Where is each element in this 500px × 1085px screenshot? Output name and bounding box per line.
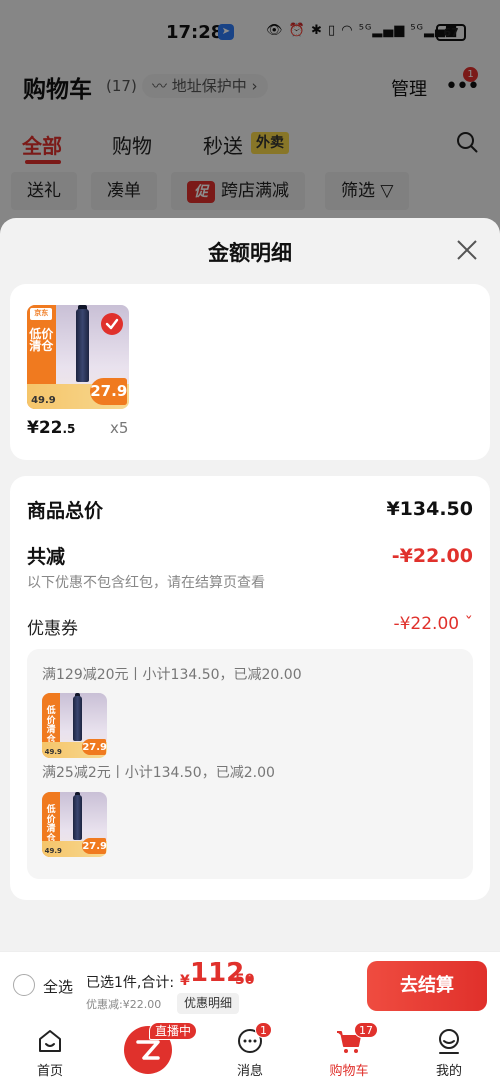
nav-messages[interactable]: 1 消息	[205, 1019, 295, 1085]
total-currency: ¥	[180, 973, 190, 989]
messages-badge: 1	[255, 1022, 272, 1038]
nav-cart-label: 购物车	[329, 1064, 369, 1079]
promo-product-thumbnail: 低价清仓 49.9 27.9	[42, 693, 107, 758]
discount-detail-button[interactable]: 优惠明细	[177, 993, 240, 1014]
coupon-label: 优惠券	[27, 619, 78, 639]
selected-items-card: 京东 低价清仓 49.9 27.9 ¥22.5 x5	[10, 284, 490, 460]
home-icon	[39, 1030, 61, 1052]
select-all-radio[interactable]	[13, 974, 35, 996]
bottom-nav: 首页 1 消息 17 购物车 我的	[0, 1019, 500, 1085]
nav-messages-label: 消息	[236, 1064, 263, 1079]
total-amount-decimal: 50	[235, 972, 255, 988]
nav-cart[interactable]: 17 购物车	[304, 1019, 394, 1085]
discount-hint: 以下优惠不包含红包，请在结算页查看	[27, 575, 265, 591]
reduce-label: 共减	[27, 546, 66, 568]
live-tag: 直播中	[149, 1022, 198, 1040]
goods-total-value: ¥134.50	[386, 498, 473, 520]
sheet-title: 金额明细	[208, 241, 292, 265]
cart-badge: 17	[354, 1022, 378, 1038]
reduce-value: -¥22.00	[391, 545, 473, 567]
promo-line: 满129减20元丨小计134.50，已减20.00	[42, 667, 302, 683]
promo-line: 满25减2元丨小计134.50，已减2.00	[42, 765, 275, 781]
selection-summary: 已选1件,合计:	[86, 975, 175, 991]
nav-home[interactable]: 首页	[5, 1019, 95, 1085]
nav-mine-label: 我的	[435, 1064, 462, 1079]
promo-product-thumbnail: 低价清仓 49.9 27.9	[42, 792, 107, 857]
nav-mine[interactable]: 我的	[404, 1019, 494, 1085]
promo-detail-box: 满129减20元丨小计134.50，已减20.00 低价清仓 49.9 27.9…	[27, 649, 473, 879]
item-quantity: x5	[110, 419, 129, 437]
close-icon[interactable]	[456, 239, 478, 261]
profile-icon	[439, 1029, 459, 1054]
goods-total-label: 商品总价	[27, 500, 104, 522]
select-all-label[interactable]: 全选	[43, 976, 73, 997]
nav-home-label: 首页	[36, 1064, 63, 1079]
discount-amount: 优惠减:¥22.00	[86, 998, 162, 1011]
price-breakdown-card: 商品总价 ¥134.50 共减 -¥22.00 以下优惠不包含红包，请在结算页查…	[10, 476, 490, 900]
item-price: ¥22.5	[27, 418, 76, 438]
checkout-bar: 全选 已选1件,合计: ¥ 112. 50 优惠减:¥22.00 优惠明细 去结…	[0, 951, 500, 1019]
checkmark-icon	[101, 313, 123, 335]
product-thumbnail[interactable]: 京东 低价清仓 49.9 27.9	[27, 305, 129, 409]
coupon-value[interactable]: -¥22.00 ˇ	[393, 614, 473, 634]
checkout-button[interactable]: 去结算	[367, 961, 487, 1011]
